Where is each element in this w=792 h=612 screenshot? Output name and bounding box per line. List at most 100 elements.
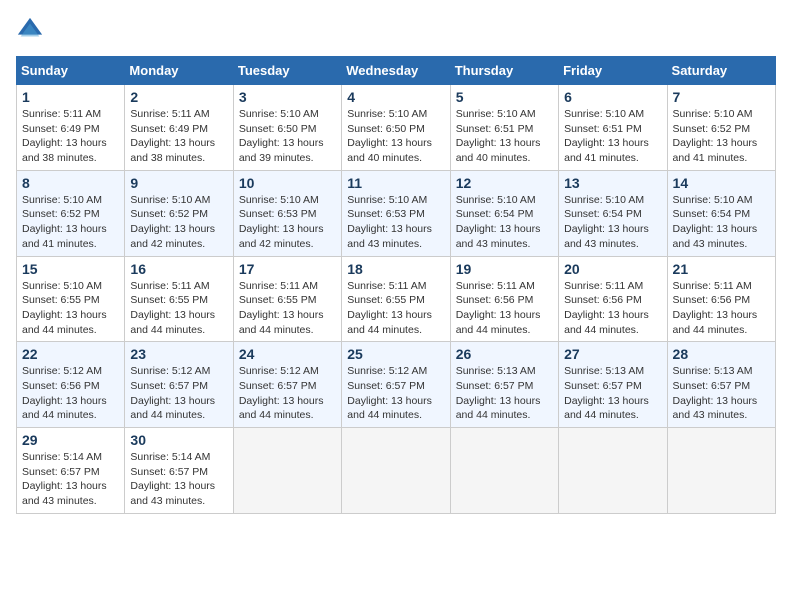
day-number: 5 bbox=[456, 89, 553, 105]
th-tuesday: Tuesday bbox=[233, 57, 341, 85]
table-row: 23Sunrise: 5:12 AM Sunset: 6:57 PM Dayli… bbox=[125, 342, 233, 428]
table-row: 6 Sunrise: 5:10 AM Sunset: 6:51 PM Daylig… bbox=[559, 85, 667, 171]
day-info: Sunrise: 5:10 AM Sunset: 6:52 PM Dayligh… bbox=[130, 193, 227, 252]
table-row: 18Sunrise: 5:11 AM Sunset: 6:55 PM Dayli… bbox=[342, 256, 450, 342]
day-number: 2 bbox=[130, 89, 227, 105]
day-info: Sunrise: 5:11 AM Sunset: 6:55 PM Dayligh… bbox=[239, 279, 336, 338]
day-number: 25 bbox=[347, 346, 444, 362]
calendar-week-row: 29 Sunrise: 5:14 AM Sunset: 6:57 PM Dayli… bbox=[17, 428, 776, 514]
day-number: 29 bbox=[22, 432, 119, 448]
day-info: Sunrise: 5:11 AM Sunset: 6:49 PM Dayligh… bbox=[130, 107, 227, 166]
table-row: 14 Sunrise: 5:10 AM Sunset: 6:54 PM Dayli… bbox=[667, 170, 775, 256]
day-number: 4 bbox=[347, 89, 444, 105]
day-number: 19 bbox=[456, 261, 553, 277]
table-row bbox=[559, 428, 667, 514]
day-number: 22 bbox=[22, 346, 119, 362]
table-row: 12 Sunrise: 5:10 AM Sunset: 6:54 PM Dayli… bbox=[450, 170, 558, 256]
day-info: Sunrise: 5:12 AM Sunset: 6:56 PM Dayligh… bbox=[22, 364, 119, 423]
day-number: 20 bbox=[564, 261, 661, 277]
day-number: 21 bbox=[673, 261, 770, 277]
table-row: 11 Sunrise: 5:10 AM Sunset: 6:53 PM Dayli… bbox=[342, 170, 450, 256]
day-number: 6 bbox=[564, 89, 661, 105]
day-info: Sunrise: 5:11 AM Sunset: 6:55 PM Dayligh… bbox=[130, 279, 227, 338]
day-number: 17 bbox=[239, 261, 336, 277]
day-info: Sunrise: 5:10 AM Sunset: 6:50 PM Dayligh… bbox=[347, 107, 444, 166]
table-row: 3 Sunrise: 5:10 AM Sunset: 6:50 PM Daylig… bbox=[233, 85, 341, 171]
day-info: Sunrise: 5:10 AM Sunset: 6:52 PM Dayligh… bbox=[673, 107, 770, 166]
table-row: 17 Sunrise: 5:11 AM Sunset: 6:55 PM Dayli… bbox=[233, 256, 341, 342]
day-number: 15 bbox=[22, 261, 119, 277]
day-number: 1 bbox=[22, 89, 119, 105]
logo-icon bbox=[16, 16, 44, 44]
table-row: 10Sunrise: 5:10 AM Sunset: 6:53 PM Dayli… bbox=[233, 170, 341, 256]
weekday-header-row: Sunday Monday Tuesday Wednesday Thursday… bbox=[17, 57, 776, 85]
day-number: 23 bbox=[130, 346, 227, 362]
table-row: 29 Sunrise: 5:14 AM Sunset: 6:57 PM Dayli… bbox=[17, 428, 125, 514]
day-number: 30 bbox=[130, 432, 227, 448]
day-info: Sunrise: 5:11 AM Sunset: 6:56 PM Dayligh… bbox=[564, 279, 661, 338]
day-number: 24 bbox=[239, 346, 336, 362]
th-saturday: Saturday bbox=[667, 57, 775, 85]
table-row: 9 Sunrise: 5:10 AM Sunset: 6:52 PM Daylig… bbox=[125, 170, 233, 256]
th-friday: Friday bbox=[559, 57, 667, 85]
day-info: Sunrise: 5:13 AM Sunset: 6:57 PM Dayligh… bbox=[456, 364, 553, 423]
day-info: Sunrise: 5:11 AM Sunset: 6:49 PM Dayligh… bbox=[22, 107, 119, 166]
day-number: 26 bbox=[456, 346, 553, 362]
day-info: Sunrise: 5:14 AM Sunset: 6:57 PM Dayligh… bbox=[22, 450, 119, 509]
day-number: 9 bbox=[130, 175, 227, 191]
table-row: 27 Sunrise: 5:13 AM Sunset: 6:57 PM Dayli… bbox=[559, 342, 667, 428]
table-row: 20 Sunrise: 5:11 AM Sunset: 6:56 PM Dayli… bbox=[559, 256, 667, 342]
day-number: 14 bbox=[673, 175, 770, 191]
calendar-table: Sunday Monday Tuesday Wednesday Thursday… bbox=[16, 56, 776, 514]
day-number: 8 bbox=[22, 175, 119, 191]
day-info: Sunrise: 5:10 AM Sunset: 6:54 PM Dayligh… bbox=[456, 193, 553, 252]
table-row: 15Sunrise: 5:10 AM Sunset: 6:55 PM Dayli… bbox=[17, 256, 125, 342]
calendar-body: 1 Sunrise: 5:11 AM Sunset: 6:49 PM Daylig… bbox=[17, 85, 776, 514]
table-row: 2 Sunrise: 5:11 AM Sunset: 6:49 PM Daylig… bbox=[125, 85, 233, 171]
day-info: Sunrise: 5:14 AM Sunset: 6:57 PM Dayligh… bbox=[130, 450, 227, 509]
day-number: 11 bbox=[347, 175, 444, 191]
th-monday: Monday bbox=[125, 57, 233, 85]
table-row: 19 Sunrise: 5:11 AM Sunset: 6:56 PM Dayli… bbox=[450, 256, 558, 342]
day-number: 12 bbox=[456, 175, 553, 191]
page-header bbox=[16, 16, 776, 44]
day-number: 16 bbox=[130, 261, 227, 277]
calendar-week-row: 8 Sunrise: 5:10 AM Sunset: 6:52 PM Daylig… bbox=[17, 170, 776, 256]
day-info: Sunrise: 5:13 AM Sunset: 6:57 PM Dayligh… bbox=[564, 364, 661, 423]
day-info: Sunrise: 5:13 AM Sunset: 6:57 PM Dayligh… bbox=[673, 364, 770, 423]
day-number: 27 bbox=[564, 346, 661, 362]
table-row: 21 Sunrise: 5:11 AM Sunset: 6:56 PM Dayli… bbox=[667, 256, 775, 342]
table-row bbox=[342, 428, 450, 514]
table-row bbox=[450, 428, 558, 514]
logo bbox=[16, 16, 48, 44]
table-row: 28Sunrise: 5:13 AM Sunset: 6:57 PM Dayli… bbox=[667, 342, 775, 428]
day-info: Sunrise: 5:12 AM Sunset: 6:57 PM Dayligh… bbox=[347, 364, 444, 423]
th-thursday: Thursday bbox=[450, 57, 558, 85]
table-row: 4 Sunrise: 5:10 AM Sunset: 6:50 PM Daylig… bbox=[342, 85, 450, 171]
table-row: 5 Sunrise: 5:10 AM Sunset: 6:51 PM Daylig… bbox=[450, 85, 558, 171]
table-row: 24 Sunrise: 5:12 AM Sunset: 6:57 PM Dayli… bbox=[233, 342, 341, 428]
day-info: Sunrise: 5:12 AM Sunset: 6:57 PM Dayligh… bbox=[239, 364, 336, 423]
table-row bbox=[233, 428, 341, 514]
day-info: Sunrise: 5:10 AM Sunset: 6:54 PM Dayligh… bbox=[673, 193, 770, 252]
day-number: 3 bbox=[239, 89, 336, 105]
table-row: 1 Sunrise: 5:11 AM Sunset: 6:49 PM Daylig… bbox=[17, 85, 125, 171]
th-wednesday: Wednesday bbox=[342, 57, 450, 85]
day-info: Sunrise: 5:11 AM Sunset: 6:56 PM Dayligh… bbox=[456, 279, 553, 338]
day-info: Sunrise: 5:10 AM Sunset: 6:50 PM Dayligh… bbox=[239, 107, 336, 166]
table-row: 7 Sunrise: 5:10 AM Sunset: 6:52 PM Daylig… bbox=[667, 85, 775, 171]
day-number: 13 bbox=[564, 175, 661, 191]
day-info: Sunrise: 5:11 AM Sunset: 6:56 PM Dayligh… bbox=[673, 279, 770, 338]
table-row bbox=[667, 428, 775, 514]
table-row: 25 Sunrise: 5:12 AM Sunset: 6:57 PM Dayli… bbox=[342, 342, 450, 428]
table-row: 26 Sunrise: 5:13 AM Sunset: 6:57 PM Dayli… bbox=[450, 342, 558, 428]
day-info: Sunrise: 5:10 AM Sunset: 6:54 PM Dayligh… bbox=[564, 193, 661, 252]
th-sunday: Sunday bbox=[17, 57, 125, 85]
day-info: Sunrise: 5:10 AM Sunset: 6:53 PM Dayligh… bbox=[347, 193, 444, 252]
day-info: Sunrise: 5:10 AM Sunset: 6:51 PM Dayligh… bbox=[456, 107, 553, 166]
table-row: 13 Sunrise: 5:10 AM Sunset: 6:54 PM Dayli… bbox=[559, 170, 667, 256]
table-row: 30 Sunrise: 5:14 AM Sunset: 6:57 PM Dayli… bbox=[125, 428, 233, 514]
day-number: 7 bbox=[673, 89, 770, 105]
day-number: 10 bbox=[239, 175, 336, 191]
day-info: Sunrise: 5:10 AM Sunset: 6:51 PM Dayligh… bbox=[564, 107, 661, 166]
